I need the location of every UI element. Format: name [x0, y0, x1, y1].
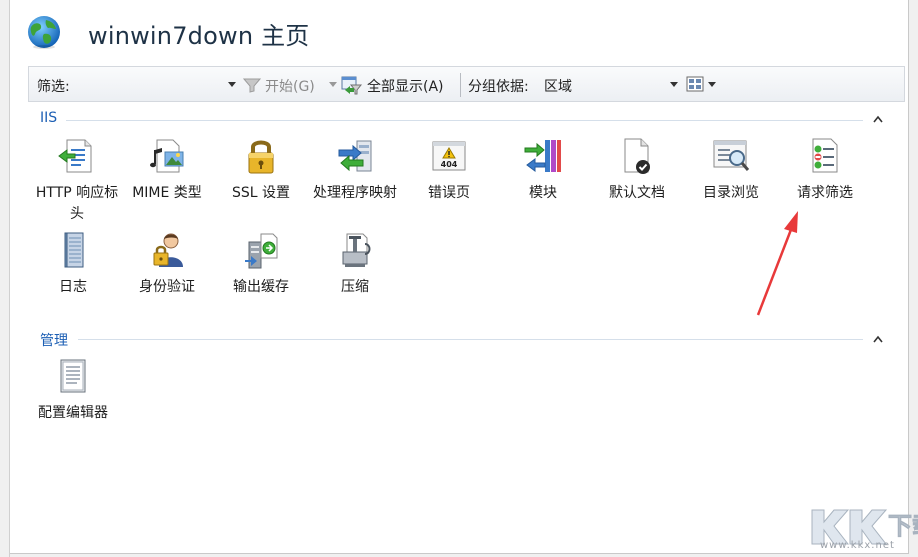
feature-label: MIME 类型	[132, 185, 202, 201]
start-filter-button[interactable]: 开始(G)	[265, 76, 315, 96]
feature-ssl-settings[interactable]: SSL 设置	[214, 136, 308, 204]
feature-request-filtering[interactable]: 请求筛选	[778, 136, 872, 204]
feature-view: winwin7down 主页 筛选: 开始(G) 全部显示(A) 分组依据: 区…	[10, 0, 918, 554]
feature-label: 默认文档	[609, 185, 665, 201]
watermark-url: www.kkx.net	[820, 540, 895, 551]
section-divider	[78, 339, 863, 340]
annotation-arrow-icon	[756, 211, 798, 316]
feature-logging[interactable]: 日志	[26, 230, 120, 298]
feature-authentication[interactable]: 身份验证	[120, 230, 214, 298]
handler-mappings-icon	[338, 140, 372, 172]
collapse-management-icon[interactable]	[872, 334, 884, 344]
feature-modules[interactable]: 模块	[496, 136, 590, 204]
feature-output-caching[interactable]: 输出缓存	[214, 230, 308, 298]
filter-label: 筛选:	[37, 79, 70, 95]
collapse-iis-icon[interactable]	[872, 114, 884, 124]
feature-directory-browsing[interactable]: 目录浏览	[684, 136, 778, 204]
http-response-headers-icon	[58, 139, 92, 173]
toolbar-separator	[460, 73, 461, 97]
feature-label: 压缩	[341, 279, 369, 295]
filter-toolbar: 筛选: 开始(G) 全部显示(A) 分组依据: 区域	[28, 66, 905, 102]
group-by-select[interactable]: 区域	[544, 76, 572, 96]
modules-icon	[524, 140, 561, 172]
mime-types-icon	[150, 139, 184, 173]
svg-text:下载: 下载	[888, 512, 918, 540]
section-divider	[66, 120, 863, 121]
feature-label: 请求筛选	[797, 185, 853, 201]
directory-browsing-icon	[713, 140, 750, 171]
section-heading-iis: IIS	[40, 110, 58, 126]
feature-http-response-headers[interactable]: HTTP 响应标头	[30, 136, 124, 225]
feature-error-pages[interactable]: 404 错误页	[402, 136, 496, 204]
svg-text:404: 404	[441, 160, 458, 169]
show-all-button[interactable]: 全部显示(A)	[367, 76, 444, 96]
default-document-icon	[624, 138, 650, 174]
group-by-dropdown-icon[interactable]	[670, 82, 678, 87]
feature-label: HTTP 响应标头	[35, 185, 119, 222]
feature-label: 目录浏览	[703, 185, 759, 201]
feature-default-document[interactable]: 默认文档	[590, 136, 684, 204]
left-edge	[0, 0, 10, 557]
feature-label: SSL 设置	[231, 185, 291, 201]
authentication-icon	[153, 233, 183, 267]
output-caching-icon	[245, 233, 278, 269]
group-by-label: 分组依据:	[468, 79, 529, 95]
feature-configuration-editor[interactable]: 配置编辑器	[26, 356, 120, 424]
view-mode-dropdown-icon[interactable]	[708, 82, 716, 87]
feature-label: 日志	[59, 279, 87, 295]
filter-input[interactable]	[81, 76, 221, 94]
error-pages-404-icon: 404	[432, 141, 466, 171]
filter-dropdown-icon[interactable]	[228, 82, 236, 87]
start-dropdown-icon[interactable]	[329, 82, 337, 87]
feature-label: 身份验证	[139, 279, 195, 295]
section-heading-management: 管理	[40, 333, 68, 349]
lock-icon	[248, 140, 274, 174]
configuration-editor-icon	[60, 359, 86, 393]
feature-label: 错误页	[428, 185, 470, 201]
feature-label: 输出缓存	[233, 279, 289, 295]
page-title: winwin7down 主页	[88, 22, 310, 50]
feature-compression[interactable]: 压缩	[308, 230, 402, 298]
funnel-icon	[243, 78, 261, 93]
feature-mime-types[interactable]: MIME 类型	[120, 136, 214, 204]
globe-icon	[28, 16, 60, 49]
logging-icon	[64, 232, 84, 268]
feature-label: 配置编辑器	[38, 405, 108, 421]
request-filtering-icon	[812, 138, 838, 173]
show-all-icon	[341, 76, 363, 95]
feature-label: 模块	[529, 185, 557, 201]
feature-handler-mappings[interactable]: 处理程序映射	[308, 136, 402, 204]
feature-label: 处理程序映射	[313, 185, 397, 201]
compression-icon	[342, 233, 371, 267]
view-mode-icon[interactable]	[686, 76, 706, 94]
